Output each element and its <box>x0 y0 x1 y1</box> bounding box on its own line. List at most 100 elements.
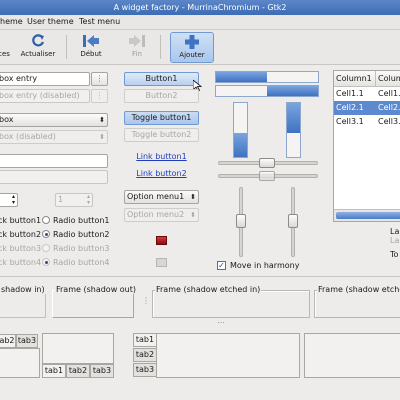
toolbar-refresh-button[interactable]: Actualiser <box>18 32 58 63</box>
tree-cell: Cell2. <box>378 103 400 112</box>
notebook-1 <box>0 348 40 378</box>
text-entry[interactable] <box>0 154 108 168</box>
combo-entry-field[interactable]: box entry <box>0 72 90 86</box>
toggle-button-2: Toggle button2 <box>124 128 199 142</box>
toolbar-preferences-label: ces <box>0 50 10 58</box>
tree-row[interactable]: Cell1.1 Cell1. <box>334 87 400 101</box>
combo-entry-dropdown-button[interactable]: ⋮ <box>91 72 108 86</box>
notebook-2-tab-1[interactable]: tab1 <box>42 364 66 378</box>
tree-cell: Cell3. <box>378 117 400 126</box>
frame-shadow-etched-out-label: Frame (shadow etched <box>317 285 400 294</box>
notebook-1-tab-2[interactable]: ab2 <box>0 334 16 348</box>
combo-box-disabled-arrow-icon: ⬍ <box>99 133 105 141</box>
color-swatch-red[interactable] <box>156 236 167 245</box>
menu-theme[interactable]: heme <box>0 15 23 29</box>
add-icon <box>185 35 199 49</box>
radio-button-3: Radio button3 <box>42 243 110 255</box>
checkmark-icon: ✓ <box>217 261 226 270</box>
vscale-1-slider[interactable] <box>236 214 246 228</box>
move-in-harmony-label: Move in harmony <box>230 261 300 270</box>
frame-shadow-etched-in-label: Frame (shadow etched in) <box>155 285 262 294</box>
option-menu-1-arrow-icon: ⬍ <box>190 193 196 201</box>
radio-button-4: Radio button4 <box>42 257 110 269</box>
toolbar-first-button[interactable]: Début <box>76 32 106 63</box>
tree-row[interactable]: Cell3.1 Cell3. <box>334 115 400 129</box>
toolbar-first-label: Début <box>80 50 102 58</box>
combo-box-arrow-icon: ⬍ <box>99 116 105 124</box>
move-in-harmony-check[interactable]: ✓ Move in harmony <box>217 260 299 272</box>
check-button-3-label: ck button3 <box>0 244 42 253</box>
progress-fill-2 <box>267 86 318 96</box>
tree-cell: Cell1.1 <box>336 89 364 98</box>
notebook-3 <box>156 333 300 378</box>
check-button-3: ck button3 <box>0 243 41 255</box>
progress-fill-vertical-left <box>234 132 247 157</box>
option-menu-1-label: Option menu1 <box>127 192 185 201</box>
link-button-1[interactable]: Link button1 <box>124 152 199 161</box>
vscale-2-slider[interactable] <box>288 214 298 228</box>
tree-cell: Cell2.1 <box>336 103 364 112</box>
option-menu-2-arrow-icon: ⬍ <box>190 211 196 219</box>
progress-bar-horizontal-2 <box>215 85 319 97</box>
tree-cell: Cell3.1 <box>336 117 364 126</box>
combo-box-text: box <box>0 115 14 124</box>
hscale-1-slider[interactable] <box>259 158 275 168</box>
button-1[interactable]: Button1 <box>124 72 199 86</box>
radio-button-2[interactable]: Radio button2 <box>42 229 110 241</box>
window-titlebar[interactable]: A widget factory - MurrinaChromium - Gtk… <box>0 0 400 15</box>
tree-cell: Cell1. <box>378 89 400 98</box>
combo-dots-disabled-icon: ⋮ <box>95 91 104 100</box>
toggle-button-1[interactable]: Toggle button1 <box>124 111 199 125</box>
link-button-2[interactable]: Link button2 <box>124 169 199 178</box>
notebook-2-tab-2[interactable]: tab2 <box>66 364 90 378</box>
frame-shadow-out <box>52 290 134 318</box>
toolbar-last-button[interactable]: Fin <box>124 32 150 63</box>
tree-horizontal-scrollbar[interactable] <box>334 209 400 221</box>
tree-view[interactable]: Column1 Column Cell1.1 Cell1. Cell2.1 Ce… <box>333 70 400 222</box>
menu-user-theme[interactable]: User theme <box>27 15 74 29</box>
frame-shadow-in-label: shadow in) <box>0 285 46 294</box>
right-label-2: La <box>390 236 400 245</box>
progress-fill-vertical-right <box>287 103 300 133</box>
progress-fill-1 <box>216 72 267 82</box>
toolbar-preferences-button[interactable]: ces <box>0 32 14 63</box>
tree-scrollbar-thumb[interactable] <box>336 212 400 219</box>
spin-arrows-icon: ▴ ▾ <box>11 193 15 206</box>
right-label-1: La <box>390 227 400 236</box>
notebook-3-tab-3[interactable]: tab3 <box>133 363 157 377</box>
right-label-3: To <box>390 250 399 259</box>
notebook-1-tab-3[interactable]: tab3 <box>16 334 38 348</box>
toolbar-add-button[interactable]: Ajouter <box>170 32 214 63</box>
notebook-2-tab-3[interactable]: tab3 <box>90 364 114 378</box>
check-button-4-label: ck button4 <box>0 258 42 267</box>
notebook-3-tab-1[interactable]: tab1 <box>133 333 157 347</box>
radio-button-3-label: Radio button3 <box>53 244 110 253</box>
pane-handle-icon[interactable]: ⋮ <box>142 296 150 305</box>
check-button-1[interactable]: ck button1 <box>0 215 41 227</box>
progress-bar-vertical-right <box>286 102 301 158</box>
notebook-3-tab-2[interactable]: tab2 <box>133 348 157 362</box>
radio-button-1[interactable]: Radio button1 <box>42 215 110 227</box>
check-button-2[interactable]: ck button2 <box>0 229 41 241</box>
window-title: A widget factory - MurrinaChromium - Gtk… <box>113 3 287 12</box>
toolbar-refresh-label: Actualiser <box>20 50 56 58</box>
button-1-label: Button1 <box>145 74 178 83</box>
tree-header-column1[interactable]: Column1 <box>334 71 376 87</box>
pane-handle-horizontal-icon[interactable]: ⋯ <box>217 318 225 327</box>
radio-3-indicator <box>42 244 50 252</box>
spin-button[interactable]: ▴ ▾ <box>0 193 18 207</box>
check-button-2-label: ck button2 <box>0 230 42 239</box>
combo-entry-disabled-button: ⋮ <box>91 89 108 103</box>
tree-header-column2[interactable]: Column <box>376 71 400 87</box>
hscale-2-slider <box>259 171 275 181</box>
menu-test-menu[interactable]: Test menu <box>79 15 120 29</box>
toggle-button-2-label: Toggle button2 <box>131 130 192 139</box>
menubar: heme User theme Test menu <box>0 15 400 30</box>
combo-box[interactable]: box ⬍ <box>0 113 108 127</box>
progress-bar-vertical-left <box>233 102 248 158</box>
toolbar-last-label: Fin <box>132 50 142 58</box>
option-menu-1[interactable]: Option menu1 ⬍ <box>124 190 199 204</box>
tree-row-selected[interactable]: Cell2.1 Cell2. <box>334 101 400 115</box>
button-2: Button2 <box>124 89 199 103</box>
radio-button-4-label: Radio button4 <box>53 258 110 267</box>
